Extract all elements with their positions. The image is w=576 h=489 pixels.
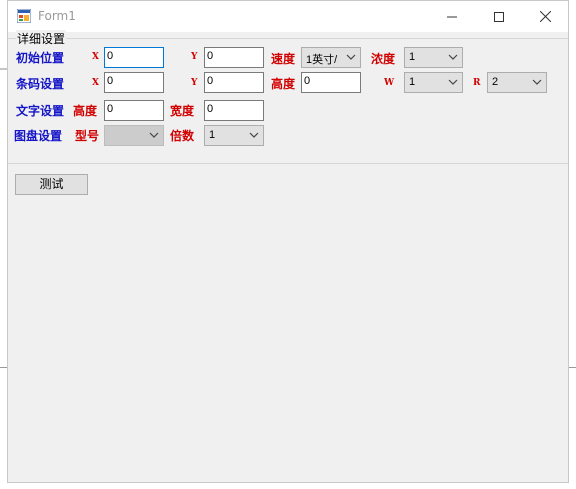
model-label: 型号 [75, 129, 100, 143]
close-icon [539, 11, 551, 22]
close-button[interactable] [522, 1, 568, 32]
background-line [0, 367, 7, 368]
form-window: Form1 详细设置 初始位置 X 0 Y 0 速度 1英寸/ 浓度 1 条码设… [7, 0, 569, 483]
barcode-w-select-value: 1 [409, 76, 416, 88]
barcode-y-label: Y [191, 78, 198, 88]
chevron-down-icon [448, 79, 458, 85]
barcode-w-select[interactable]: 1 [404, 72, 463, 93]
background-line [0, 68, 7, 70]
barcode-x-label: X [92, 78, 99, 88]
graphic-settings-label: 图盘设置 [14, 129, 63, 143]
window-title: Form1 [38, 9, 76, 23]
app-icon [17, 9, 31, 23]
text-height-label: 高度 [73, 104, 98, 118]
density-label: 浓度 [371, 52, 396, 66]
maximize-button[interactable] [476, 1, 522, 32]
title-bar: Form1 [8, 1, 568, 32]
initial-x-input[interactable]: 0 [104, 47, 164, 68]
barcode-r-select-value: 2 [492, 76, 499, 88]
minimize-icon [447, 16, 457, 17]
text-width-input[interactable]: 0 [204, 100, 264, 121]
barcode-y-input[interactable]: 0 [204, 72, 264, 93]
barcode-x-input[interactable]: 0 [104, 72, 164, 93]
initial-y-input[interactable]: 0 [204, 47, 264, 68]
test-button[interactable]: 测试 [15, 174, 88, 195]
speed-select-value: 1英寸/ [306, 54, 338, 66]
initial-x-label: X [92, 52, 99, 62]
minimize-button[interactable] [429, 1, 475, 32]
text-width-label: 宽度 [170, 104, 195, 118]
density-select-value: 1 [409, 51, 416, 63]
initial-position-label: 初始位置 [16, 51, 65, 65]
model-select[interactable] [104, 125, 164, 146]
barcode-height-label: 高度 [271, 77, 296, 91]
barcode-label: 条码设置 [16, 77, 65, 91]
chevron-down-icon [448, 54, 458, 60]
text-settings-label: 文字设置 [16, 104, 65, 118]
speed-select[interactable]: 1英寸/ [301, 47, 361, 68]
maximize-icon [494, 11, 504, 22]
multiplier-label: 倍数 [170, 129, 195, 143]
background-line [569, 367, 576, 368]
speed-label: 速度 [271, 52, 296, 66]
multiplier-select[interactable]: 1 [204, 125, 264, 146]
barcode-r-label: R [473, 78, 481, 88]
chevron-down-icon [346, 54, 356, 60]
chevron-down-icon [532, 79, 542, 85]
density-select[interactable]: 1 [404, 47, 463, 68]
barcode-r-select[interactable]: 2 [487, 72, 547, 93]
initial-y-label: Y [191, 52, 198, 62]
multiplier-select-value: 1 [209, 129, 216, 141]
chevron-down-icon [249, 132, 259, 138]
group-title: 详细设置 [16, 30, 67, 47]
barcode-height-input[interactable]: 0 [301, 72, 361, 93]
barcode-w-label: W [384, 78, 395, 88]
chevron-down-icon [149, 132, 159, 138]
text-height-input[interactable]: 0 [104, 100, 164, 121]
